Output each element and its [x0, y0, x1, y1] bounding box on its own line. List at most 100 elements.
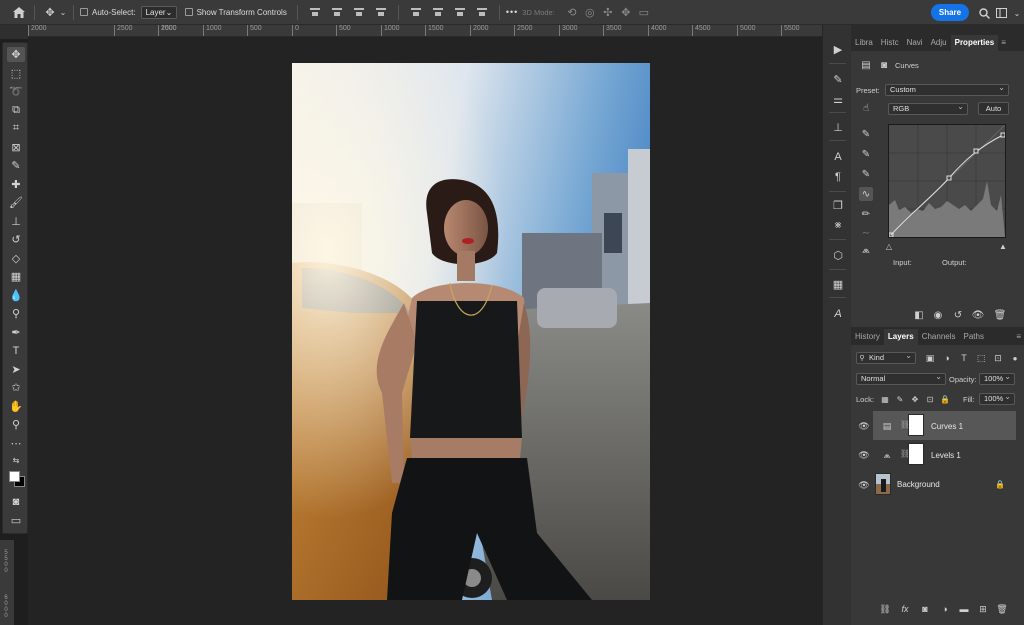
tab-history[interactable]: History	[851, 329, 884, 345]
eye-icon[interactable]: 👁	[858, 450, 869, 460]
tab-histogram[interactable]: Histc	[877, 35, 903, 51]
type-tool-icon[interactable]: T	[7, 343, 25, 358]
layer-mask-thumbnail[interactable]	[908, 414, 924, 436]
align-right-icon[interactable]	[454, 7, 465, 17]
filter-smart-object-icon[interactable]: ⊡	[991, 351, 1005, 365]
align-top-icon[interactable]	[309, 7, 320, 17]
filter-pixel-icon[interactable]: ▣	[923, 351, 937, 365]
lock-all-icon[interactable]: 🔒	[938, 392, 952, 406]
tab-layers[interactable]: Layers	[883, 329, 918, 345]
clip-to-layer-icon[interactable]: ◧	[912, 308, 926, 322]
fill-field[interactable]: 100%	[979, 392, 1015, 405]
lock-pixels-icon[interactable]: ✎	[893, 392, 907, 406]
history-brush-tool-icon[interactable]: ↺	[7, 232, 25, 247]
clone-source-icon[interactable]: ⊥	[829, 119, 847, 135]
3d-slide-icon[interactable]: ✥	[617, 3, 635, 21]
character-icon[interactable]: A	[829, 149, 847, 165]
foreground-color-swatch[interactable]	[9, 471, 20, 482]
move-tool-icon[interactable]: ✥	[7, 47, 25, 62]
filter-shape-icon[interactable]: ⬚	[974, 351, 988, 365]
blur-tool-icon[interactable]: 💧	[7, 288, 25, 303]
trash-icon[interactable]: 🗑	[995, 602, 1009, 616]
pencil-icon[interactable]: ✏	[859, 207, 873, 221]
auto-select-target-dropdown[interactable]: Layer ⌄	[140, 5, 177, 19]
align-bottom-icon[interactable]	[353, 7, 364, 17]
align-left-icon[interactable]	[410, 7, 421, 17]
3d-orbit-icon[interactable]: ⟲	[563, 3, 581, 21]
panel-menu-icon[interactable]: ≡	[998, 35, 1009, 51]
lock-transparency-icon[interactable]: ▦	[878, 392, 892, 406]
object-selection-tool-icon[interactable]: ⧉	[7, 103, 25, 118]
align-center-icon[interactable]	[432, 7, 443, 17]
clone-stamp-tool-icon[interactable]: ⊥	[7, 214, 25, 229]
3d-roll-icon[interactable]: ◎	[581, 3, 599, 21]
preset-dropdown[interactable]: Custom	[885, 83, 1009, 96]
curves-graph[interactable]	[888, 124, 1006, 238]
fx-icon[interactable]: fx	[898, 602, 912, 616]
add-mask-icon[interactable]: ◙	[918, 602, 932, 616]
mask-icon[interactable]: ◙	[877, 58, 891, 72]
styles-icon[interactable]: ❐	[829, 197, 847, 213]
background-thumbnail[interactable]	[875, 473, 891, 495]
new-adjustment-icon[interactable]: ◑	[938, 602, 952, 616]
3d-cube-icon[interactable]: ⬡	[829, 247, 847, 263]
eye-icon[interactable]: 👁	[858, 421, 869, 431]
document-photo[interactable]	[292, 63, 650, 600]
play-icon[interactable]: ▶	[829, 41, 847, 57]
chevron-down-icon[interactable]: ⌄	[1008, 4, 1024, 22]
white-point-slider[interactable]: ▲	[996, 239, 1010, 253]
visibility-icon[interactable]: 👁	[971, 308, 985, 322]
paragraph-icon[interactable]: ¶	[829, 169, 847, 185]
frame-tool-icon[interactable]: ⊠	[7, 140, 25, 155]
eyedropper-tool-icon[interactable]: ✎	[7, 158, 25, 173]
link-layers-icon[interactable]: ⛓	[878, 602, 892, 616]
filter-type-icon[interactable]: T	[957, 351, 971, 365]
target-adjust-icon[interactable]: ☝	[859, 101, 873, 115]
chevron-down-icon[interactable]: ⌄	[59, 3, 67, 21]
tab-properties[interactable]: Properties	[950, 35, 999, 51]
canvas-area[interactable]	[28, 37, 822, 625]
view-previous-state-icon[interactable]: ◉	[931, 308, 945, 322]
more-options-button[interactable]: •••	[506, 7, 518, 17]
panel-menu-icon[interactable]: ≡	[1013, 329, 1024, 345]
lasso-tool-icon[interactable]: ➰	[7, 84, 25, 99]
adjustments-icon[interactable]: ⚌	[829, 91, 847, 107]
filter-toggle-icon[interactable]: ●	[1008, 351, 1022, 365]
hand-tool-icon[interactable]: ✋	[7, 399, 25, 414]
eye-icon[interactable]: 👁	[858, 480, 869, 490]
pen-tool-icon[interactable]: ✒	[7, 325, 25, 340]
home-icon[interactable]	[10, 3, 28, 21]
tab-adjustments[interactable]: Adju	[927, 35, 951, 51]
glyph-a-icon[interactable]: A	[829, 306, 847, 322]
search-icon[interactable]	[975, 4, 993, 22]
eraser-tool-icon[interactable]: ◇	[7, 251, 25, 266]
3d-pan-icon[interactable]: ✣	[599, 3, 617, 21]
gradient-tool-icon[interactable]: ▦	[7, 269, 25, 284]
sample-white-eyedropper-icon[interactable]: ✎	[859, 167, 873, 181]
tab-paths[interactable]: Paths	[960, 329, 988, 345]
reset-icon[interactable]: ↺	[951, 308, 965, 322]
new-layer-icon[interactable]: ⊞	[976, 602, 990, 616]
timeline-icon[interactable]: ▦	[829, 276, 847, 292]
tab-channels[interactable]: Channels	[918, 329, 960, 345]
zoom-tool-icon[interactable]: ⚲	[7, 417, 25, 432]
tab-libraries[interactable]: Libra	[851, 35, 877, 51]
trash-icon[interactable]: 🗑	[993, 308, 1007, 322]
blend-mode-dropdown[interactable]: Normal	[856, 372, 946, 385]
quick-mask-icon[interactable]: ◙	[7, 494, 25, 509]
path-selection-tool-icon[interactable]: ➤	[7, 362, 25, 377]
brush-tool-icon[interactable]: 🖌	[7, 195, 25, 210]
lock-icon[interactable]: 🔒	[993, 477, 1007, 491]
align-horizontal-icon[interactable]	[375, 7, 386, 17]
brush-settings-icon[interactable]: ✎	[829, 71, 847, 87]
auto-select-checkbox[interactable]	[80, 8, 88, 16]
3d-scale-icon[interactable]: ▭	[635, 3, 653, 21]
show-transform-checkbox[interactable]	[184, 8, 193, 16]
align-vertical-center-icon[interactable]	[331, 7, 342, 17]
sample-black-eyedropper-icon[interactable]: ✎	[859, 127, 873, 141]
clipping-warning-icon[interactable]: ⩕	[859, 243, 873, 257]
glyphs-icon[interactable]: ⨳	[829, 217, 847, 233]
curve-points-icon[interactable]: ∿	[859, 187, 873, 201]
black-point-slider[interactable]: △	[882, 239, 896, 253]
lock-position-icon[interactable]: ✥	[908, 392, 922, 406]
